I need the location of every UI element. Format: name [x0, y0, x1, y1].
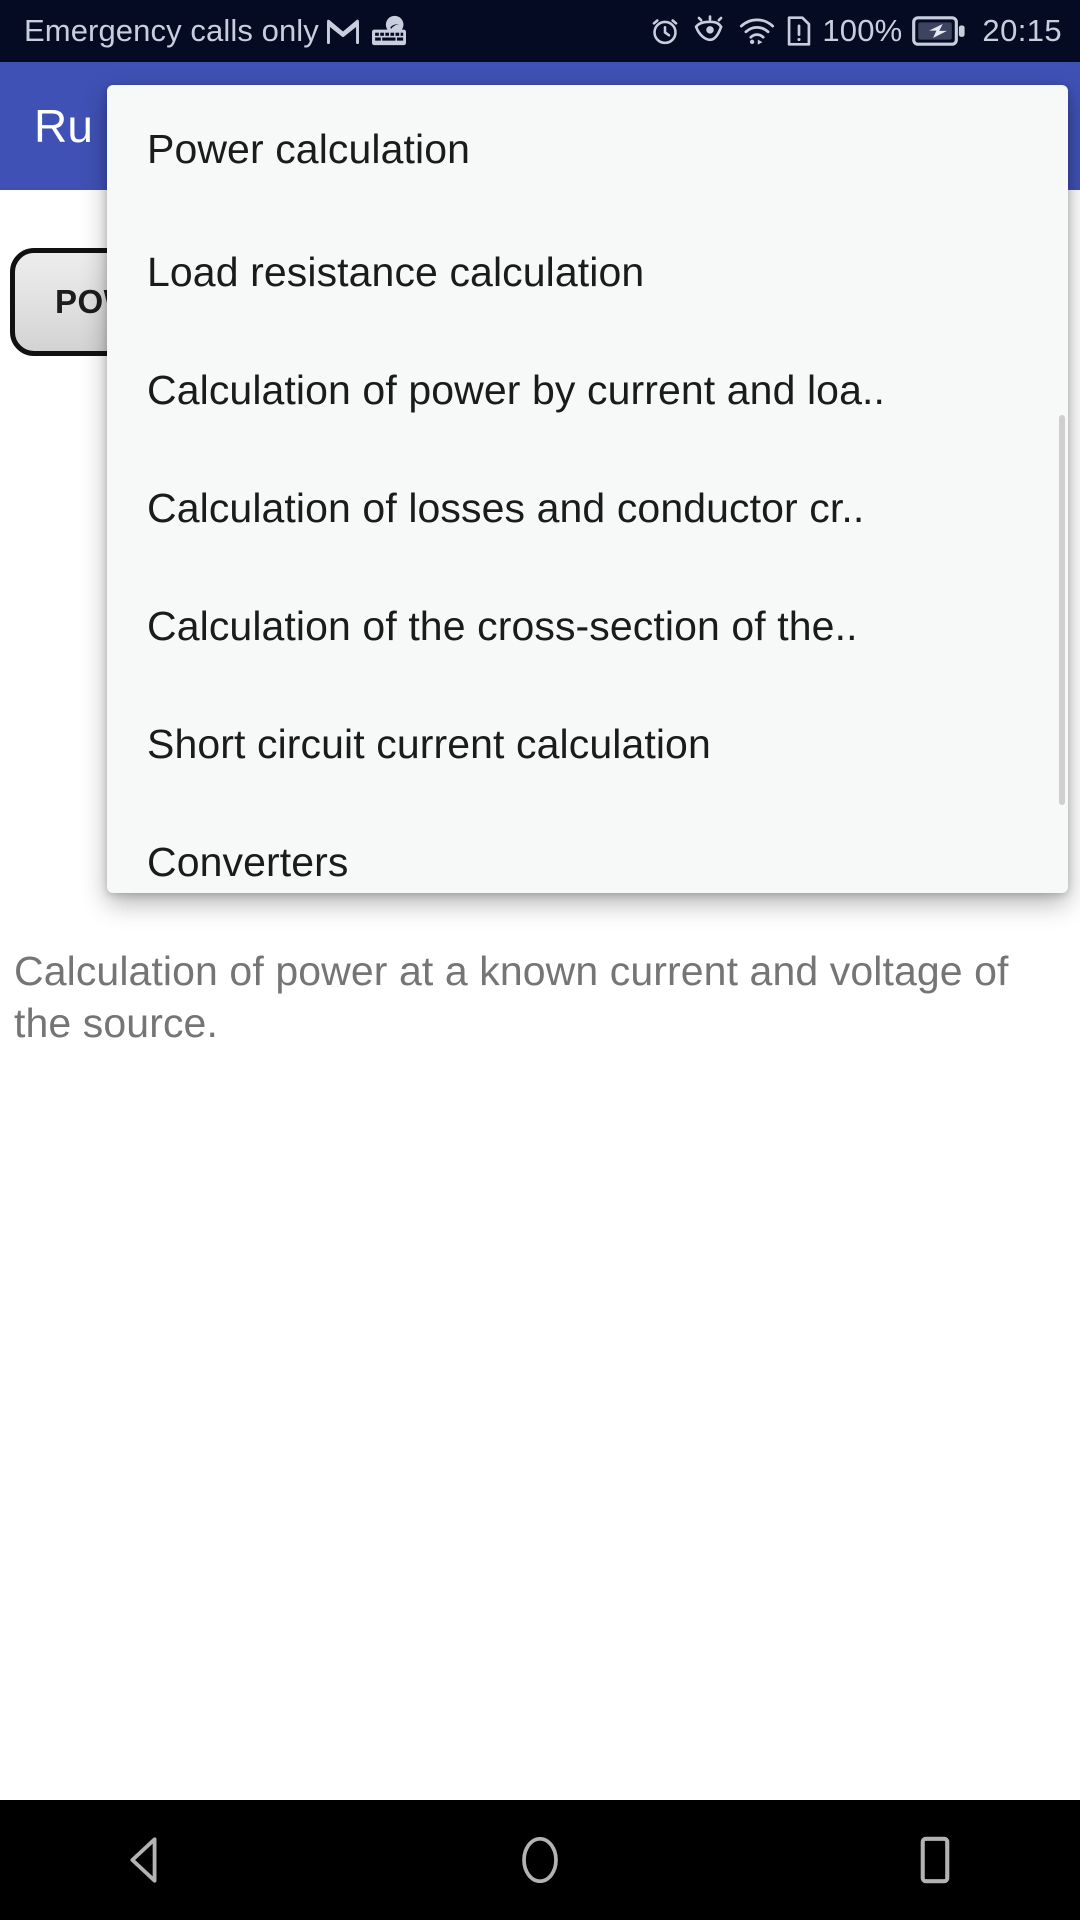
clock-label: 20:15: [982, 13, 1062, 48]
gmail-icon: [325, 15, 361, 47]
back-icon: [130, 1837, 157, 1883]
sim-alert-icon: [786, 14, 812, 48]
dropdown-item-power-by-current-and-load[interactable]: Calculation of power by current and loa.…: [107, 331, 1068, 449]
page-title: Ru: [34, 100, 94, 152]
battery-percent-label: 100%: [822, 13, 903, 48]
dropdown-item-label: Calculation of power by current and loa.…: [147, 366, 885, 413]
nav-back-button[interactable]: [45, 1835, 245, 1885]
battery-charging-icon: [912, 16, 966, 46]
dropdown-item-power-calculation[interactable]: Power calculation: [107, 85, 1068, 213]
nav-home-button[interactable]: [440, 1834, 640, 1886]
wifi-icon: [738, 15, 776, 47]
recents-icon: [920, 1836, 950, 1884]
dropdown-item-label: Short circuit current calculation: [147, 720, 711, 767]
dropdown-item-label: Calculation of losses and conductor cr..: [147, 484, 865, 531]
dropdown-item-converters[interactable]: Converters: [107, 803, 1068, 893]
dropdown-item-label: Calculation of the cross-section of the.…: [147, 602, 858, 649]
carrier-label: Emergency calls only: [24, 13, 319, 48]
nav-recents-button[interactable]: [835, 1834, 1035, 1886]
status-bar-right: 100% 20:15: [648, 13, 1062, 49]
dropdown-item-losses-and-conductor-cross-section[interactable]: Calculation of losses and conductor cr..: [107, 449, 1068, 567]
keyboard-icon: [369, 14, 409, 48]
dropdown-item-short-circuit-current-calculation[interactable]: Short circuit current calculation: [107, 685, 1068, 803]
dropdown-item-label: Load resistance calculation: [147, 248, 645, 295]
dropdown-item-label: Power calculation: [147, 125, 471, 172]
dropdown-item-load-resistance-calculation[interactable]: Load resistance calculation: [107, 213, 1068, 331]
status-bar: Emergency calls only 100% 20:15: [0, 0, 1080, 62]
calculation-type-dropdown-menu[interactable]: Power calculation Load resistance calcul…: [107, 85, 1068, 893]
dropdown-scrollbar[interactable]: [1059, 415, 1065, 805]
alarm-icon: [648, 14, 682, 48]
dropdown-item-cross-section-calculation[interactable]: Calculation of the cross-section of the.…: [107, 567, 1068, 685]
calculation-description: Calculation of power at a known current …: [14, 948, 1009, 1047]
android-navigation-bar: [0, 1800, 1080, 1920]
dropdown-item-label: Converters: [147, 838, 349, 885]
phone-screen: Emergency calls only 100% 20:15 Ru Calcu…: [0, 0, 1080, 1920]
eye-comfort-icon: [692, 15, 728, 47]
status-bar-left: Emergency calls only: [24, 13, 409, 49]
home-icon: [522, 1836, 558, 1884]
